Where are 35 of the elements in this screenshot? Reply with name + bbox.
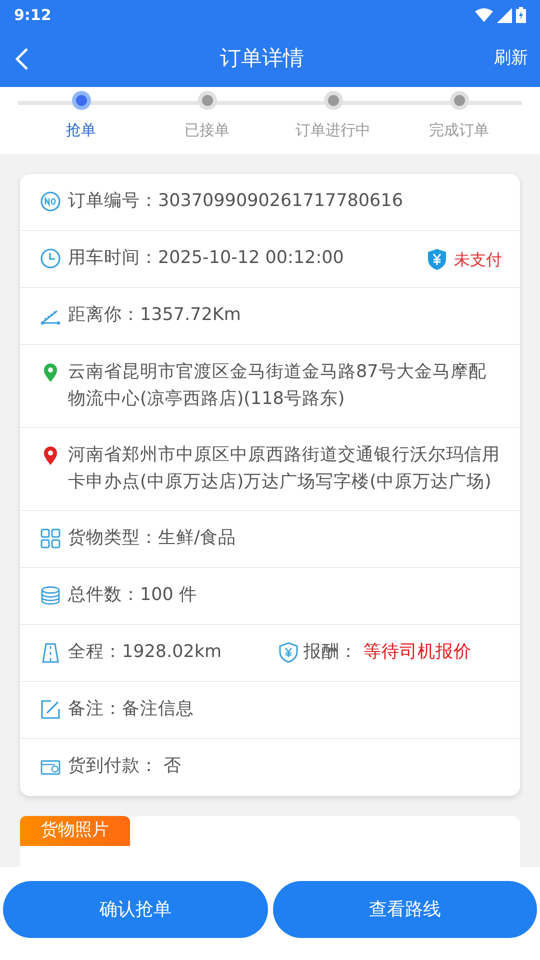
reward-value: 等待司机报价 bbox=[364, 641, 472, 664]
info-text: 全程：1928.02km bbox=[68, 641, 222, 664]
section-tag: 货物照片 bbox=[20, 816, 130, 846]
stack-icon bbox=[40, 585, 61, 606]
road-icon bbox=[40, 642, 61, 663]
page-title: 订单详情 bbox=[220, 44, 304, 72]
info-text: 货到付款： 否 bbox=[68, 755, 183, 778]
step-tab[interactable]: 已接单 bbox=[184, 119, 230, 142]
info-text: 订单编号：3037099090261717780616 bbox=[68, 190, 404, 212]
status-time: 9:12 bbox=[14, 4, 52, 26]
action-button[interactable]: 查看路线 bbox=[272, 881, 537, 938]
edit-icon bbox=[40, 699, 61, 720]
number-icon bbox=[40, 190, 61, 212]
reward-label: 报酬： bbox=[304, 641, 358, 664]
info-text: 用车时间：2025-10-12 00:12:00 bbox=[68, 246, 345, 270]
signal-icon bbox=[497, 8, 512, 22]
action-button[interactable]: 确认抢单 bbox=[3, 881, 268, 938]
info-text: 货物类型：生鲜/食品 bbox=[68, 527, 237, 550]
clock-icon bbox=[40, 248, 61, 268]
shield-yen-icon bbox=[428, 249, 446, 270]
info-text: 距离你：1357.72Km bbox=[68, 304, 242, 326]
battery-icon bbox=[516, 7, 526, 23]
payment-status: 未支付 bbox=[454, 248, 502, 270]
step-tab[interactable]: 抢单 bbox=[66, 119, 96, 142]
grid-icon bbox=[40, 528, 61, 549]
step-tab[interactable]: 订单进行中 bbox=[296, 119, 370, 142]
wifi-icon bbox=[475, 8, 493, 22]
shield-yen-icon bbox=[278, 642, 298, 663]
address-text: 河南省郑州市中原区中原西路街道交通银行沃尔玛信用卡申办点(中原万达店)万达广场写字楼(中原万达广场) bbox=[68, 444, 501, 494]
info-text: 总件数：100 件 bbox=[68, 584, 198, 607]
address-text: 云南省昆明市官渡区金马街道金马路87号大金马摩配物流中心(凉亭西路店)(118号路东) bbox=[68, 360, 488, 411]
info-text: 备注：备注信息 bbox=[68, 698, 195, 721]
step-tab[interactable]: 完成订单 bbox=[429, 119, 489, 142]
refresh-button[interactable]: 刷新 bbox=[494, 46, 528, 72]
back-icon[interactable] bbox=[14, 46, 30, 70]
